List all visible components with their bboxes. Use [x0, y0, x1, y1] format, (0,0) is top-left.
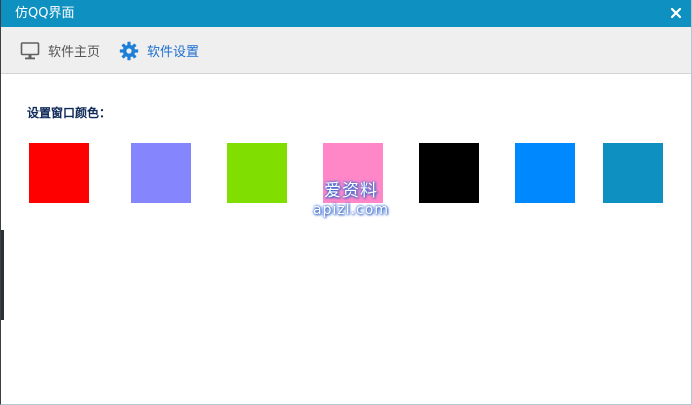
settings-panel: 设置窗口颜色： 爱资料 apizl.com — [1, 74, 691, 404]
window-title: 仿QQ界面 — [15, 6, 75, 21]
color-swatch-black[interactable] — [419, 143, 479, 203]
close-button[interactable] — [667, 4, 685, 22]
color-swatch-green[interactable] — [227, 143, 287, 203]
color-section-label: 设置窗口颜色： — [27, 106, 112, 120]
gear-icon — [119, 41, 139, 61]
tab-settings-label: 软件设置 — [147, 45, 200, 60]
color-swatch-red[interactable] — [29, 143, 89, 203]
color-swatch-teal-blue[interactable] — [603, 143, 663, 203]
color-swatch-periwinkle[interactable] — [131, 143, 191, 203]
app-window: 仿QQ界面 软件主页 软件设置 设置窗口颜色： 爱资料 apizl.com — [0, 0, 692, 405]
tab-settings[interactable]: 软件设置 — [119, 27, 199, 74]
tab-home-label: 软件主页 — [48, 45, 101, 60]
watermark-domain: apizl.com — [313, 202, 389, 218]
close-icon — [670, 7, 682, 19]
tab-home[interactable]: 软件主页 — [20, 27, 100, 74]
color-swatch-azure[interactable] — [515, 143, 575, 203]
color-swatch-pink[interactable] — [323, 143, 383, 203]
background-window-edge — [1, 230, 4, 320]
title-bar[interactable]: 仿QQ界面 — [1, 0, 691, 27]
monitor-icon — [20, 41, 40, 61]
toolbar: 软件主页 软件设置 — [1, 27, 691, 74]
